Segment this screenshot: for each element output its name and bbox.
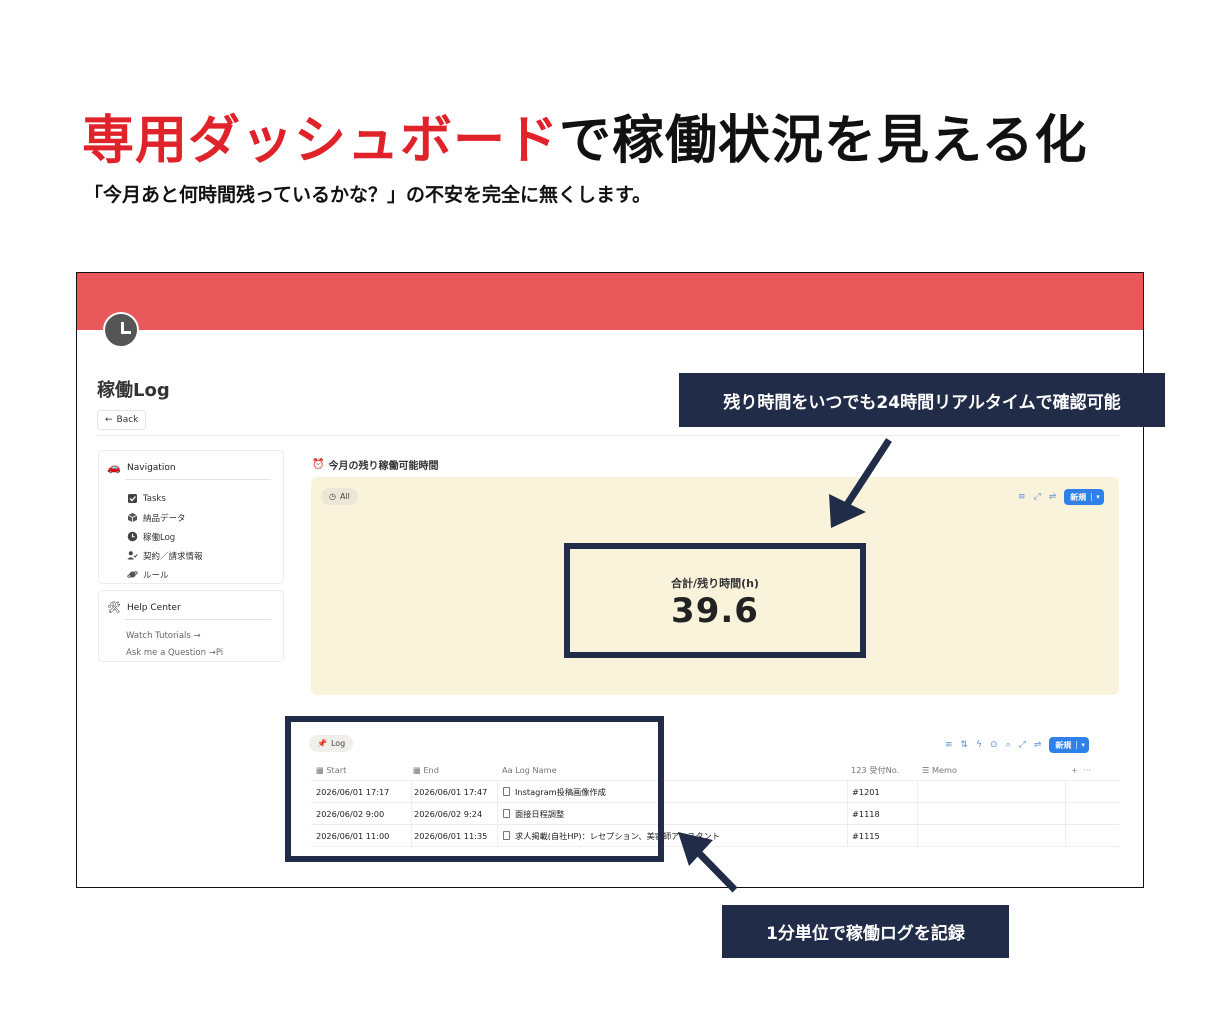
- new-button-label: 新規: [1055, 740, 1072, 750]
- user-check-icon: [127, 551, 138, 560]
- cell-number[interactable]: #1118: [847, 803, 917, 825]
- divider: [125, 479, 271, 480]
- zoom-icon[interactable]: ⊙: [990, 740, 998, 750]
- cell-memo[interactable]: [917, 803, 1065, 825]
- log-toolbar: ≡ ⇅ ϟ ⊙ ⌕ ⤢ ⇌ 新規 ▾: [945, 737, 1089, 753]
- alarm-clock-icon: ⏰: [312, 459, 325, 470]
- navigation-list: Tasks 納品データ 稼働Log 契約／請求情報 ルール: [127, 489, 203, 584]
- summary-section-title: ⏰ 今月の残り稼働可能時間: [312, 457, 438, 472]
- divider: [97, 435, 1119, 436]
- clock-icon[interactable]: [103, 312, 139, 348]
- expand-icon[interactable]: ⤢: [1034, 492, 1041, 502]
- cell-memo[interactable]: [917, 825, 1065, 847]
- navigation-title: Navigation: [127, 462, 176, 473]
- metric-highlight-box: [564, 543, 866, 658]
- headline-black: で稼働状況を見える化: [559, 111, 1088, 171]
- cell-memo[interactable]: [917, 781, 1065, 803]
- divider: [125, 619, 271, 620]
- plus-icon[interactable]: +: [1071, 765, 1078, 775]
- page-cover: [77, 273, 1143, 330]
- column-memo[interactable]: ☰ Memo: [917, 759, 1065, 781]
- tools-icon: 🛠: [107, 601, 121, 614]
- column-actions: + ···: [1065, 759, 1119, 781]
- lightning-icon[interactable]: ϟ: [976, 740, 982, 750]
- headline: 専用ダッシュボードで稼働状況を見える化: [82, 98, 1087, 173]
- clock-icon: [127, 531, 138, 542]
- column-label: Memo: [931, 765, 958, 775]
- nav-item-tasks[interactable]: Tasks: [127, 489, 203, 508]
- checkbox-icon: [128, 494, 137, 503]
- nav-item-worklog[interactable]: 稼働Log: [127, 527, 203, 546]
- nav-item-rules[interactable]: ルール: [127, 565, 203, 584]
- back-label: Back: [116, 415, 139, 425]
- nav-item-label: 納品データ: [143, 513, 186, 524]
- car-icon: 🚗: [107, 461, 121, 474]
- navigation-heading: 🚗 Navigation: [107, 461, 176, 474]
- search-icon[interactable]: ⌕: [1006, 740, 1011, 750]
- nav-item-label: 稼働Log: [143, 532, 176, 543]
- new-button[interactable]: 新規 ▾: [1064, 489, 1104, 505]
- nav-item-label: ルール: [143, 570, 169, 581]
- headline-red: 専用ダッシュボード: [82, 111, 560, 171]
- nav-item-label: 契約／請求情報: [143, 551, 203, 562]
- column-number[interactable]: 123 受付No.: [847, 759, 917, 781]
- cell-empty: [1065, 803, 1119, 825]
- page-title: 稼働Log: [97, 380, 170, 401]
- new-button-label: 新規: [1070, 492, 1087, 502]
- view-tab-all[interactable]: ◷ All: [321, 488, 358, 505]
- help-list: Watch Tutorials → Ask me a Question →Pi: [126, 628, 223, 662]
- summary-toolbar: ≡ ⤢ ⇌ 新規 ▾: [1018, 489, 1104, 505]
- subheadline: 「今月あと何時間残っているかな？」の不安を完全に無くします。: [84, 184, 652, 206]
- nav-item-contracts[interactable]: 契約／請求情報: [127, 546, 203, 565]
- back-button[interactable]: ← Back: [97, 410, 147, 430]
- ask-question-link[interactable]: Ask me a Question →Pi: [126, 645, 223, 662]
- nav-item-label: Tasks: [143, 493, 166, 504]
- log-highlight-box: [285, 716, 664, 862]
- chevron-down-icon[interactable]: ▾: [1076, 741, 1085, 749]
- filter-icon[interactable]: ≡: [945, 740, 953, 750]
- cell-empty: [1065, 781, 1119, 803]
- filter-icon[interactable]: ≡: [1018, 492, 1026, 502]
- arrow-left-icon: ←: [105, 415, 113, 425]
- cell-empty: [1065, 825, 1119, 847]
- more-icon[interactable]: ···: [1083, 765, 1091, 775]
- cell-number[interactable]: #1115: [847, 825, 917, 847]
- help-title: Help Center: [127, 602, 181, 613]
- column-label: 受付No.: [869, 765, 900, 775]
- sort-icon[interactable]: ⇅: [961, 740, 969, 750]
- nav-item-deliverables[interactable]: 納品データ: [127, 508, 203, 527]
- settings-icon[interactable]: ⇌: [1034, 740, 1042, 750]
- lines-icon: ☰: [922, 765, 932, 775]
- help-center-card: 🛠 Help Center Watch Tutorials → Ask me a…: [98, 590, 284, 662]
- callout-realtime: 残り時間をいつでも24時間リアルタイムで確認可能: [679, 373, 1165, 427]
- box-icon: [127, 513, 138, 522]
- watch-tutorials-link[interactable]: Watch Tutorials →: [126, 628, 223, 645]
- planet-icon: [127, 571, 138, 578]
- chevron-down-icon[interactable]: ▾: [1091, 493, 1100, 501]
- settings-icon[interactable]: ⇌: [1049, 492, 1057, 502]
- callout-minute-log: 1分単位で稼働ログを記録: [722, 905, 1009, 958]
- clock-outline-icon: ◷: [329, 492, 336, 501]
- cell-number[interactable]: #1201: [847, 781, 917, 803]
- navigation-card: 🚗 Navigation Tasks 納品データ 稼働Log 契約／請求情報 ル…: [98, 450, 284, 584]
- expand-icon[interactable]: ⤢: [1019, 740, 1026, 750]
- new-button[interactable]: 新規 ▾: [1049, 737, 1089, 753]
- help-heading: 🛠 Help Center: [107, 601, 181, 614]
- number-type-icon: 123: [851, 765, 867, 775]
- summary-title-text: 今月の残り稼働可能時間: [328, 461, 439, 472]
- view-tab-label: All: [339, 492, 350, 501]
